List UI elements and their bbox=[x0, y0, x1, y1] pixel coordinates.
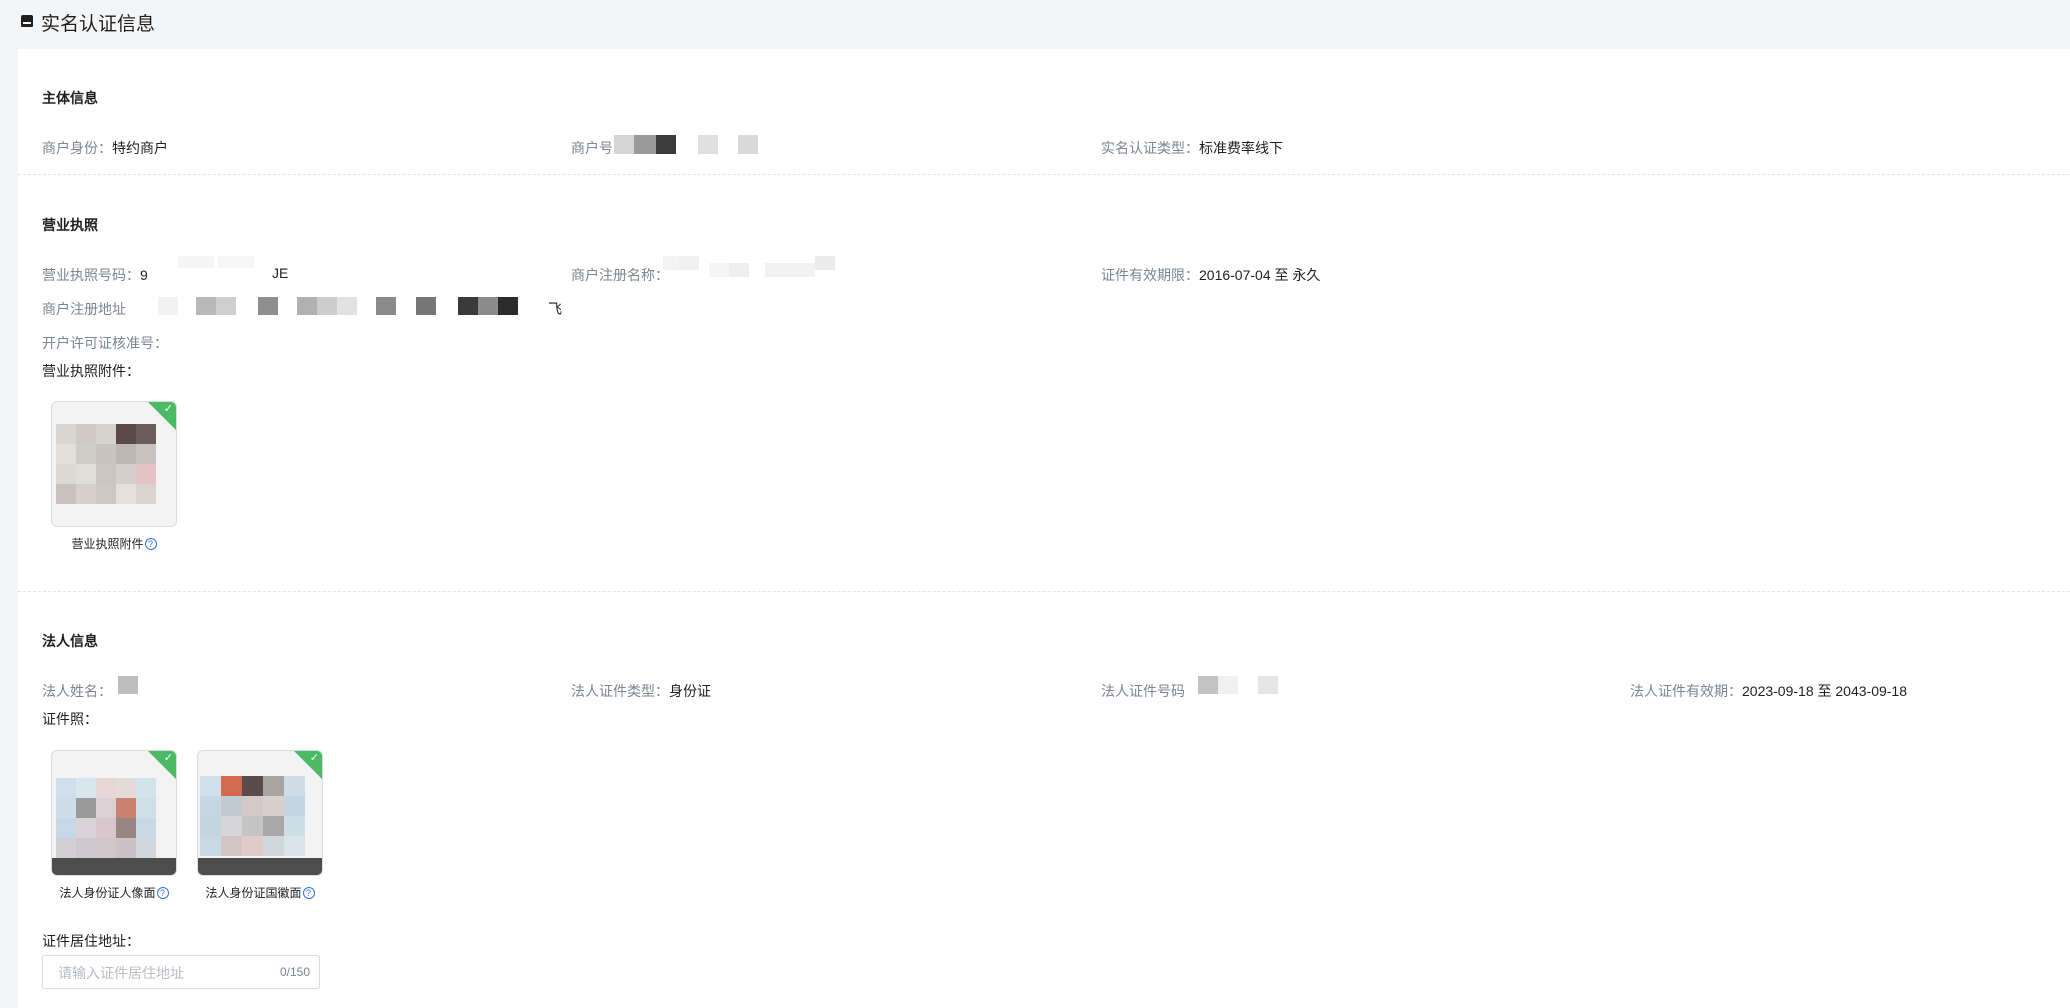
license-no-suffix-field: JE bbox=[272, 265, 288, 281]
registered-name-field: 商户注册名称： bbox=[571, 265, 669, 285]
legal-id-no-label: 法人证件号码 bbox=[1101, 683, 1185, 699]
page-header: 实名认证信息 bbox=[0, 0, 2070, 48]
legal-name-label: 法人姓名： bbox=[42, 683, 112, 699]
validity-label: 证件有效期限： bbox=[1101, 267, 1199, 283]
section-title-legal: 法人信息 bbox=[42, 633, 98, 649]
check-icon: ✓ bbox=[163, 403, 173, 415]
question-circle-icon[interactable]: ? bbox=[156, 887, 169, 899]
registered-address-tail: 飞 bbox=[548, 301, 562, 317]
legal-id-validity-label: 法人证件有效期： bbox=[1630, 683, 1742, 699]
residence-address-input[interactable] bbox=[43, 956, 280, 990]
legal-name-masked-value bbox=[118, 676, 138, 694]
legal-id-validity-value: 2023-09-18 至 2043-09-18 bbox=[1742, 683, 1908, 699]
section-divider bbox=[18, 591, 2070, 592]
legal-name-field: 法人姓名： bbox=[42, 681, 112, 701]
registered-address-tail-field: 飞 bbox=[548, 299, 562, 319]
merchant-identity-field: 商户身份：特约商户 bbox=[42, 138, 168, 158]
id-emblem-thumbnail[interactable]: ✓ bbox=[197, 750, 323, 876]
check-icon: ✓ bbox=[163, 752, 173, 764]
real-name-type-value: 标准费率线下 bbox=[1199, 140, 1283, 156]
page-title: 实名认证信息 bbox=[41, 14, 156, 35]
id-emblem-mosaic bbox=[200, 776, 305, 856]
id-portrait-mosaic bbox=[56, 778, 156, 858]
residence-address-field[interactable]: 0/150 bbox=[42, 955, 320, 990]
merchant-no-label: 商户号 bbox=[571, 140, 613, 156]
legal-id-no-field: 法人证件号码 bbox=[1101, 681, 1185, 701]
license-no-suffix: JE bbox=[272, 265, 289, 281]
legal-id-type-label: 法人证件类型： bbox=[571, 683, 669, 699]
id-portrait-caption: 法人身份证人像面? bbox=[51, 884, 177, 901]
real-name-type-field: 实名认证类型：标准费率线下 bbox=[1101, 138, 1283, 158]
question-circle-icon[interactable]: ? bbox=[302, 887, 315, 899]
id-emblem-caption: 法人身份证国徽面? bbox=[197, 884, 323, 901]
account-permit-label: 开户许可证核准号： bbox=[42, 335, 168, 351]
merchant-identity-value: 特约商户 bbox=[112, 140, 168, 156]
id-portrait-thumbnail[interactable]: ✓ bbox=[51, 750, 177, 876]
registered-name-label: 商户注册名称： bbox=[571, 267, 669, 283]
id-photo-label: 证件照： bbox=[42, 711, 98, 727]
license-no-prefix: 9 bbox=[140, 267, 148, 283]
merchant-no-field: 商户号 bbox=[571, 138, 613, 158]
real-name-card: 主体信息 商户身份：特约商户 商户号 实名认证类型：标准费率线下 营业执照 营业… bbox=[18, 49, 2070, 1008]
license-attachment-label: 营业执照附件： bbox=[42, 363, 140, 379]
validity-field: 证件有效期限：2016-07-04 至 永久 bbox=[1101, 265, 1320, 285]
registered-address-label: 商户注册地址 bbox=[42, 301, 126, 317]
store-icon bbox=[21, 15, 33, 27]
validity-value: 2016-07-04 至 永久 bbox=[1199, 267, 1321, 283]
question-circle-icon[interactable]: ? bbox=[144, 538, 157, 550]
merchant-identity-label: 商户身份： bbox=[42, 140, 112, 156]
check-icon: ✓ bbox=[309, 752, 319, 764]
legal-id-validity-field: 法人证件有效期：2023-09-18 至 2043-09-18 bbox=[1630, 681, 1907, 701]
account-permit-field: 开户许可证核准号： bbox=[42, 333, 168, 353]
registered-address-field: 商户注册地址 bbox=[42, 299, 126, 319]
legal-id-type-value: 身份证 bbox=[669, 683, 711, 699]
license-no-field: 营业执照号码：9 bbox=[42, 265, 148, 285]
section-title-subject: 主体信息 bbox=[42, 90, 98, 106]
real-name-type-label: 实名认证类型： bbox=[1101, 140, 1199, 156]
license-no-label: 营业执照号码： bbox=[42, 267, 140, 283]
character-counter: 0/150 bbox=[279, 965, 310, 979]
residence-address-label: 证件居住地址： bbox=[42, 933, 140, 949]
license-image-mosaic bbox=[56, 424, 156, 504]
section-divider bbox=[18, 174, 2070, 175]
license-attachment-caption: 营业执照附件? bbox=[51, 535, 177, 552]
license-attachment-thumbnail[interactable]: ✓ bbox=[51, 401, 177, 527]
legal-id-type-field: 法人证件类型：身份证 bbox=[571, 681, 711, 701]
section-title-license: 营业执照 bbox=[42, 217, 98, 233]
